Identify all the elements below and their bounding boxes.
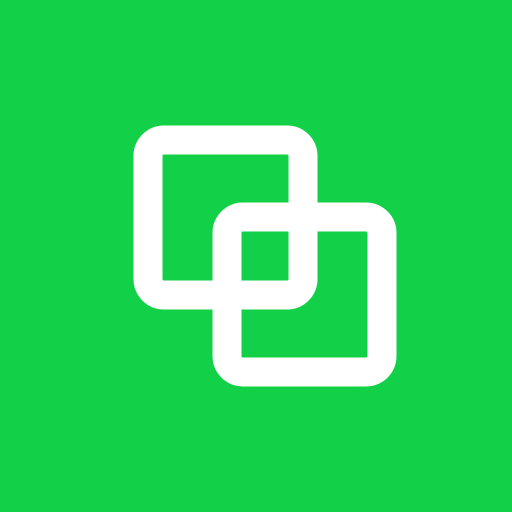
app-icon-tile — [0, 0, 512, 512]
overlapping-squares-icon — [133, 125, 397, 387]
